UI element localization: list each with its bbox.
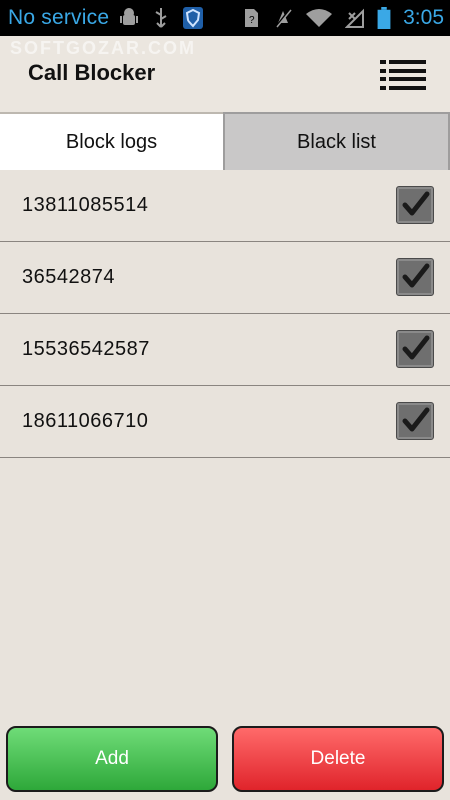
wifi-icon — [305, 7, 333, 29]
list-item[interactable]: 13811085514 — [0, 170, 450, 242]
shield-icon — [183, 7, 204, 29]
phone-number: 15536542587 — [22, 338, 150, 360]
check-icon — [402, 191, 430, 216]
list-item[interactable]: 36542874 — [0, 242, 450, 314]
list-item[interactable]: 15536542587 — [0, 314, 450, 386]
tab-bar: Block logs Black list — [0, 112, 450, 170]
no-signal-icon — [345, 7, 365, 29]
item-checkbox[interactable] — [396, 258, 434, 296]
item-checkbox[interactable] — [396, 330, 434, 368]
item-checkbox[interactable] — [396, 402, 434, 440]
item-checkbox[interactable] — [396, 186, 434, 224]
menu-icon — [380, 60, 426, 64]
svg-text:?: ? — [249, 15, 255, 26]
app-title: Call Blocker — [28, 60, 156, 85]
phone-number: 13811085514 — [22, 194, 149, 216]
service-status: No service — [8, 6, 110, 29]
sim-icon: ? — [241, 7, 261, 29]
phone-number: 36542874 — [22, 266, 115, 288]
tab-black-list[interactable]: Black list — [223, 112, 450, 170]
add-button[interactable]: Add — [6, 726, 218, 792]
usb-icon — [151, 7, 171, 29]
battery-icon — [377, 7, 391, 29]
phone-number: 18611066710 — [22, 410, 149, 432]
status-bar: No service ? 3:05 — [0, 0, 450, 36]
tab-block-logs[interactable]: Block logs — [0, 112, 223, 170]
check-icon — [402, 335, 430, 360]
list-item[interactable]: 18611066710 — [0, 386, 450, 458]
delete-button[interactable]: Delete — [232, 726, 444, 792]
check-icon — [402, 407, 430, 432]
clock: 3:05 — [403, 6, 444, 29]
overflow-menu-button[interactable] — [380, 60, 426, 90]
blocked-number-list: 13811085514 36542874 15536542587 1861106… — [0, 170, 450, 458]
watermark: SOFTGOZAR.COM — [10, 38, 196, 58]
android-debug-icon — [119, 7, 139, 29]
check-icon — [402, 263, 430, 288]
mute-icon — [273, 7, 293, 29]
